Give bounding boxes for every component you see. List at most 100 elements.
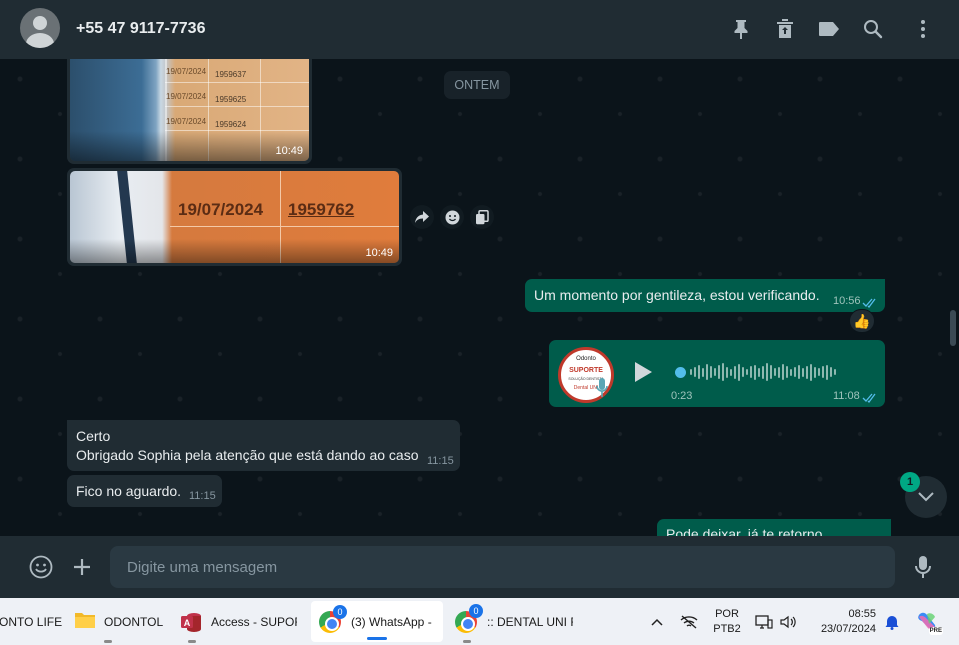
chevron-up-icon[interactable]: [648, 598, 666, 645]
waveform-bar: [782, 364, 784, 380]
taskbar-label: :: DENTAL UNI F: [487, 614, 573, 629]
waveform-bar: [706, 364, 708, 380]
outgoing-message[interactable]: Um momento por gentileza, estou verifica…: [525, 279, 885, 312]
photo-text: 19/07/2024: [166, 92, 207, 101]
photo-text: 1959624: [215, 120, 247, 129]
waveform-bar: [726, 366, 728, 378]
copilot-badge: PRE: [928, 626, 943, 635]
clock-time: 08:55: [848, 607, 876, 620]
taskbar-item[interactable]: ODONTOL: [74, 598, 166, 645]
waveform-bar: [730, 368, 732, 376]
emoji-reaction-icon[interactable]: [440, 205, 464, 229]
voice-duration: 0:23: [671, 390, 693, 402]
waveform-bar: [778, 366, 780, 378]
contact-name[interactable]: +55 47 9117-7736: [76, 20, 205, 38]
copilot-icon[interactable]: PRE: [912, 598, 943, 645]
message-text: Fico no aguardo.: [76, 483, 182, 499]
waveform-bar: [754, 364, 756, 380]
outgoing-message[interactable]: Pode deixar, já te retorno: [657, 519, 891, 536]
waveform-bar: [746, 369, 748, 375]
display-icon[interactable]: [754, 598, 774, 645]
copy-icon[interactable]: [470, 205, 494, 229]
waveform-bar: [806, 365, 808, 379]
date-separator: ONTEM: [444, 71, 510, 99]
access-icon: A: [180, 611, 202, 633]
waveform-bar: [798, 365, 800, 379]
avatar-brand: Odonto: [576, 356, 596, 362]
waveform-bar: [814, 366, 816, 378]
waveform-bar: [758, 367, 760, 377]
emoji-icon[interactable]: [28, 554, 54, 580]
chat-area[interactable]: ONTEM 19/07/2024 1959637 19/07/2024 1959…: [0, 59, 947, 536]
waveform-bar: [702, 367, 704, 377]
scroll-thumb[interactable]: [950, 310, 956, 346]
notification-bell-icon[interactable]: [882, 598, 902, 645]
taskbar-item[interactable]: ONTO LIFE: [0, 598, 70, 645]
compose-bar: [0, 536, 959, 598]
waveform-bar: [790, 368, 792, 376]
microphone-icon[interactable]: [910, 554, 936, 580]
waveform-bar: [738, 363, 740, 381]
message-time: 11:15: [427, 455, 454, 467]
network-off-icon[interactable]: [678, 598, 700, 645]
message-time: 11:15: [189, 490, 216, 502]
photo-thumbnail[interactable]: 19/07/2024 1959637 19/07/2024 1959625 19…: [70, 59, 309, 161]
notification-badge: 0: [333, 605, 347, 619]
taskbar-item[interactable]: A Access - SUPOR: [180, 598, 300, 645]
waveform[interactable]: [675, 361, 865, 383]
photo-text: 1959762: [288, 200, 355, 219]
waveform-bar: [818, 368, 820, 376]
taskbar-label: Access - SUPOR: [211, 614, 297, 629]
search-icon[interactable]: [861, 17, 885, 41]
language-top: POR: [715, 607, 739, 620]
forward-icon[interactable]: [410, 205, 434, 229]
svg-text:A: A: [184, 618, 191, 628]
unread-badge: 1: [900, 472, 920, 492]
waveform-bar: [774, 368, 776, 376]
photo-thumbnail[interactable]: 19/07/2024 1959762 10:49: [70, 171, 399, 263]
chevron-down-icon: [918, 492, 934, 502]
system-clock[interactable]: 08:55 23/07/2024: [808, 598, 882, 645]
waveform-bar: [734, 365, 736, 379]
message-text: Certo: [76, 428, 111, 444]
waveform-bar: [794, 367, 796, 377]
waveform-bar: [694, 367, 696, 377]
volume-icon[interactable]: [778, 598, 798, 645]
menu-icon[interactable]: [911, 17, 935, 41]
language-indicator[interactable]: POR PTB2: [708, 598, 746, 645]
incoming-message[interactable]: Certo Obrigado Sophia pela atenção que e…: [67, 420, 460, 471]
message-time: 10:56: [833, 295, 861, 307]
waveform-bar: [766, 363, 768, 381]
play-icon[interactable]: [633, 361, 653, 386]
message-text: Um momento por gentileza, estou verifica…: [534, 287, 820, 303]
mic-icon: [596, 377, 608, 402]
chat-scrollbar[interactable]: [948, 59, 959, 536]
incoming-message[interactable]: Fico no aguardo. 11:15: [67, 475, 222, 507]
taskbar-item[interactable]: 0 :: DENTAL UNI F: [455, 598, 580, 645]
photo-text: 1959637: [215, 70, 247, 79]
voice-message[interactable]: Odonto SUPORTE SOLUÇÃO DENTISTA Dental U…: [549, 340, 885, 407]
waveform-bar: [698, 365, 700, 379]
waveform-bar: [742, 367, 744, 377]
waveform-bar: [826, 364, 828, 380]
taskbar-label: ODONTOL: [104, 614, 164, 629]
attach-plus-icon[interactable]: [69, 554, 95, 580]
message-input[interactable]: [110, 546, 895, 588]
contact-avatar[interactable]: [20, 8, 60, 48]
waveform-bar: [802, 367, 804, 377]
message-time: 11:08: [833, 390, 860, 402]
waveform-bar: [810, 363, 812, 381]
archive-icon[interactable]: [773, 17, 797, 41]
language-bottom: PTB2: [713, 622, 741, 635]
pin-icon[interactable]: [729, 17, 753, 41]
image-message[interactable]: 19/07/2024 1959637 19/07/2024 1959625 19…: [67, 59, 312, 164]
waveform-bar: [762, 365, 764, 379]
waveform-bar: [722, 363, 724, 381]
waveform-bar: [830, 367, 832, 377]
reaction-badge[interactable]: 👍: [849, 309, 875, 333]
image-message[interactable]: 19/07/2024 1959762 10:49: [67, 168, 402, 266]
taskbar-item-whatsapp[interactable]: 0 (3) WhatsApp -: [311, 601, 443, 642]
photo-text: 19/07/2024: [166, 117, 207, 126]
label-icon[interactable]: [817, 17, 841, 41]
folder-icon: [74, 611, 96, 632]
